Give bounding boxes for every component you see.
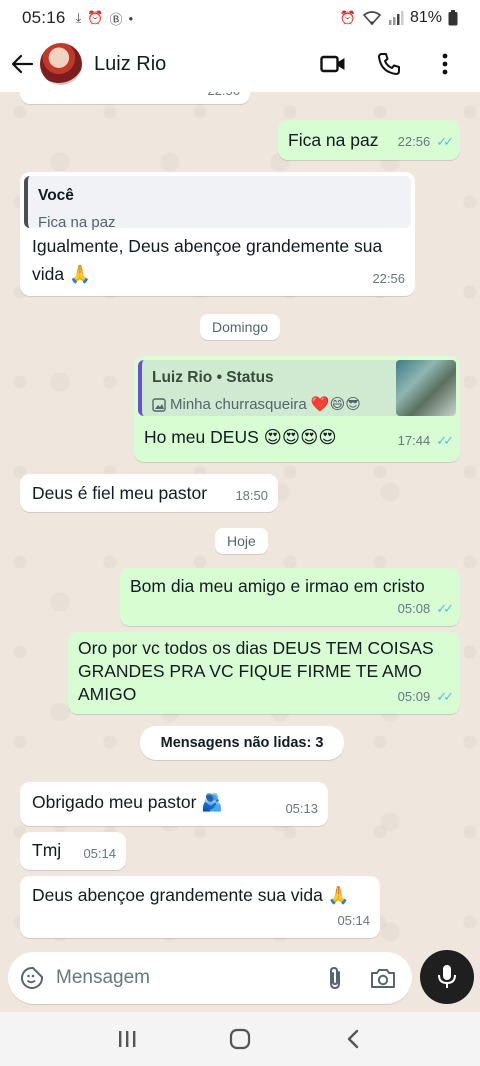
sticker-icon[interactable] (20, 966, 44, 990)
message-text: Ho meu DEUS 😍😍😍😍 (144, 427, 337, 447)
message-bubble-incoming[interactable]: Tmj 05:14 (20, 832, 126, 870)
unread-messages-banner: Mensagens não lidas: 3 (140, 726, 344, 760)
read-ticks-icon: ✓✓ (436, 601, 454, 616)
date-separator: Domingo (200, 314, 281, 340)
message-bubble-incoming[interactable]: Deus abençoe grandemente sua vida 🙏 05:1… (20, 876, 380, 938)
alarm-icon: ⏰ (87, 10, 104, 25)
read-ticks-icon: ✓✓ (436, 689, 454, 704)
read-ticks-icon: ✓✓ (436, 433, 454, 448)
quote-text: Minha churrasqueira ❤️😄😎 (170, 396, 361, 413)
message-time: 05:09 (397, 689, 431, 704)
back-arrow-icon[interactable] (10, 52, 34, 76)
signal-icon (388, 11, 404, 25)
message-text-line: AMIGO (78, 684, 137, 704)
status-right: ⏰ 81% (340, 9, 458, 27)
notification-icons: ⤓ ⏰ Ⓑ • (76, 9, 134, 28)
message-bubble-incoming[interactable]: Deus é fiel meu pastor 18:50 (20, 474, 278, 512)
message-time: 22:56 (397, 134, 431, 149)
message-text-line: Igualmente, Deus abençoe grandemente sua (32, 236, 383, 256)
dot-icon: • (128, 10, 134, 26)
message-bubble-outgoing[interactable]: Bom dia meu amigo e irmao em cristo 05:0… (120, 568, 460, 626)
message-text-line: GRANDES PRA VC FIQUE FIRME TE AMO (78, 661, 422, 681)
wifi-icon (362, 11, 382, 26)
message-composer (8, 952, 412, 1004)
read-ticks-icon: ✓✓ (436, 134, 454, 149)
status-time: 05:16 (22, 8, 66, 27)
alarm-status-icon: ⏰ (339, 10, 356, 25)
message-bubble-outgoing[interactable]: Oro por vc todos os dias DEUS TEM COISAS… (68, 632, 460, 714)
b-icon: Ⓑ (109, 11, 123, 27)
voice-call-icon[interactable] (376, 51, 402, 77)
quote-author: Você (38, 187, 74, 204)
date-separator: Hoje (215, 528, 268, 554)
message-text: Bom dia meu amigo e irmao em cristo (130, 576, 425, 596)
status-thumbnail (396, 360, 456, 416)
quoted-status[interactable]: Luiz Rio • Status Minha churrasqueira ❤️… (138, 360, 456, 416)
message-bubble-incoming[interactable]: Você Fica na paz Igualmente, Deus abenço… (20, 172, 415, 296)
message-time: 05:14 (83, 846, 116, 861)
mic-icon (438, 965, 456, 988)
message-time: 18:50 (235, 488, 268, 503)
video-call-icon[interactable] (320, 51, 346, 77)
message-text: Deus é fiel meu pastor (32, 483, 208, 503)
message-time: 22:56 (207, 92, 240, 102)
battery-icon (448, 10, 458, 26)
mic-button[interactable] (420, 950, 474, 1004)
attach-icon[interactable] (326, 965, 344, 991)
message-bubble-outgoing[interactable]: Luiz Rio • Status Minha churrasqueira ❤️… (134, 356, 460, 462)
message-text: Obrigado meu pastor 🫂 (32, 792, 224, 812)
message-time: 22:56 (372, 271, 405, 286)
battery-percent: 81% (409, 9, 442, 26)
camera-icon[interactable] (370, 967, 396, 989)
message-text-line: vida 🙏 (32, 264, 91, 284)
message-text: Tmj (32, 840, 62, 860)
recent-apps-icon[interactable] (107, 1019, 147, 1059)
chat-header: Luiz Rio (0, 36, 480, 92)
message-bubble-incoming[interactable]: 22:56 (20, 92, 250, 104)
quoted-message[interactable]: Você Fica na paz (24, 176, 411, 231)
contact-name[interactable]: Luiz Rio (94, 53, 166, 76)
message-time: 05:13 (285, 801, 318, 816)
message-bubble-incoming[interactable]: Obrigado meu pastor 🫂 05:13 (20, 782, 328, 826)
message-text: Fica na paz (288, 130, 379, 150)
image-icon (152, 397, 166, 412)
download-icon: ⤓ (75, 10, 82, 25)
nav-back-icon[interactable] (333, 1019, 373, 1059)
message-time: 17:44 (397, 433, 431, 448)
system-nav-bar (0, 1012, 480, 1066)
message-input[interactable] (56, 967, 296, 989)
avatar[interactable] (40, 43, 82, 85)
message-time: 05:14 (337, 913, 370, 928)
status-bar: 05:16 ⤓ ⏰ Ⓑ • ⏰ 81% (0, 0, 480, 36)
message-time: 05:08 (397, 601, 431, 616)
message-bubble-outgoing[interactable]: Fica na paz 22:56 ✓✓ (278, 120, 460, 160)
message-text: Deus abençoe grandemente sua vida 🙏 (32, 885, 350, 905)
more-options-icon[interactable] (432, 51, 458, 77)
home-icon[interactable] (220, 1019, 260, 1059)
message-text-line: Oro por vc todos os dias DEUS TEM COISAS (78, 638, 434, 658)
quote-text: Fica na paz (38, 214, 116, 231)
chat-area[interactable]: 22:56 Fica na paz 22:56 ✓✓ Você Fica na p… (0, 92, 480, 948)
